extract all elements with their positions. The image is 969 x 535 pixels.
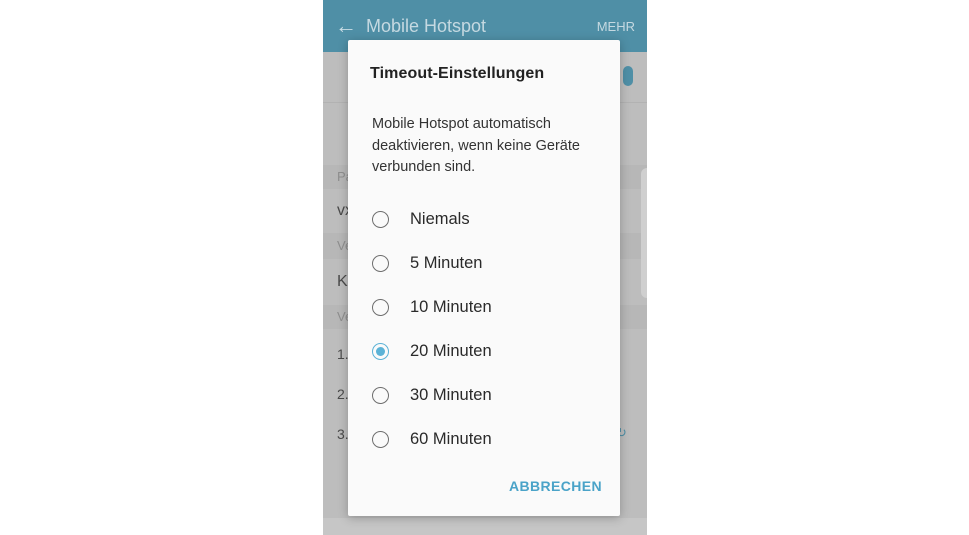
radio-button[interactable] bbox=[372, 387, 389, 404]
option-label: 10 Minuten bbox=[410, 298, 492, 316]
radio-button[interactable] bbox=[372, 431, 389, 448]
dialog-title: Timeout-Einstellungen bbox=[370, 65, 545, 82]
bottom-area bbox=[323, 518, 647, 535]
option-10-minuten[interactable]: 10 Minuten bbox=[370, 293, 610, 325]
back-arrow-icon[interactable]: ← bbox=[335, 14, 357, 38]
cancel-button[interactable]: ABBRECHEN bbox=[509, 478, 602, 494]
side-panel-edge bbox=[641, 168, 647, 298]
option-30-minuten[interactable]: 30 Minuten bbox=[370, 381, 610, 413]
radio-button-selected[interactable] bbox=[372, 343, 389, 360]
option-label: 30 Minuten bbox=[410, 386, 492, 404]
radio-button[interactable] bbox=[372, 211, 389, 228]
radio-button[interactable] bbox=[372, 299, 389, 316]
option-20-minuten[interactable]: 20 Minuten bbox=[370, 337, 610, 369]
option-60-minuten[interactable]: 60 Minuten bbox=[370, 425, 610, 457]
option-label: 60 Minuten bbox=[410, 430, 492, 448]
option-niemals[interactable]: Niemals bbox=[370, 205, 610, 237]
radio-button[interactable] bbox=[372, 255, 389, 272]
timeout-dialog: Timeout-Einstellungen Mobile Hotspot aut… bbox=[348, 40, 620, 516]
app-bar-title: Mobile Hotspot bbox=[366, 16, 487, 36]
option-5-minuten[interactable]: 5 Minuten bbox=[370, 249, 610, 281]
more-menu-button[interactable]: MEHR bbox=[597, 19, 635, 34]
option-label: 20 Minuten bbox=[410, 342, 492, 360]
dialog-message: Mobile Hotspot automatisch deaktivieren,… bbox=[372, 116, 580, 175]
toggle-switch[interactable] bbox=[623, 66, 633, 86]
option-label: Niemals bbox=[410, 210, 470, 228]
option-label: 5 Minuten bbox=[410, 254, 483, 272]
